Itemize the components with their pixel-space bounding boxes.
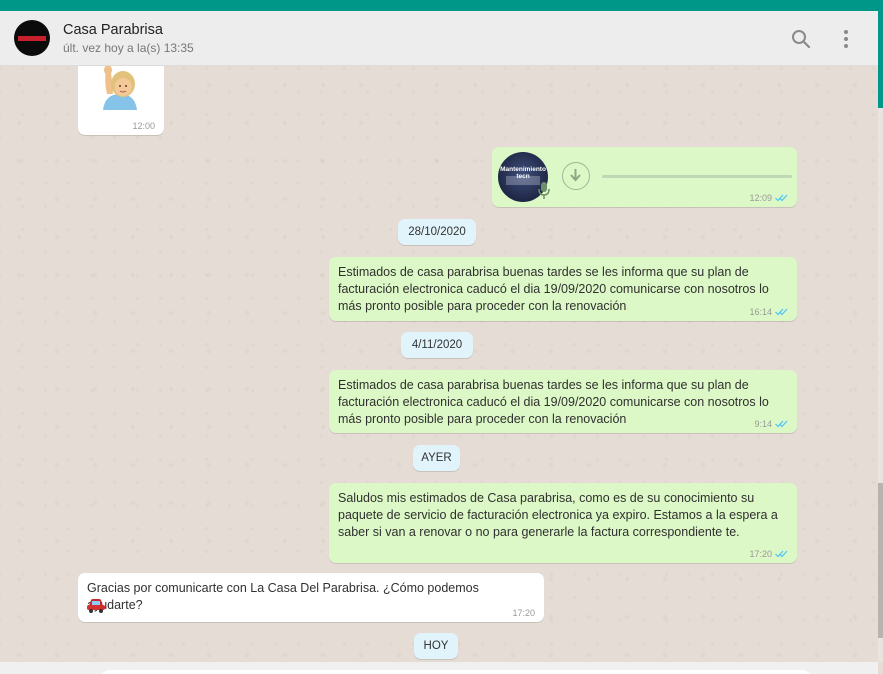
message-text: Estimados de casa parabrisa buenas tarde… xyxy=(338,265,769,313)
mic-icon xyxy=(538,182,550,199)
date-separator: 28/10/2020 xyxy=(398,219,476,245)
message-meta: 17:20 xyxy=(512,608,535,618)
download-audio-button[interactable] xyxy=(562,162,590,190)
raising-hand-woman-emoji xyxy=(103,66,137,110)
search-icon xyxy=(792,30,811,49)
message-time: 17:20 xyxy=(512,608,535,618)
message-time: 12:00 xyxy=(132,121,155,131)
message-time: 16:14 xyxy=(749,307,772,317)
message-time: 12:09 xyxy=(749,193,772,203)
double-check-icon xyxy=(775,194,788,202)
window-accent-edge xyxy=(878,11,883,108)
menu-icon xyxy=(844,30,848,48)
download-icon xyxy=(570,169,581,182)
message-bubble-in[interactable]: Gracias por comunicarte con La Casa Del … xyxy=(78,573,544,622)
message-bubble-out[interactable]: Saludos mis estimados de Casa parabrisa,… xyxy=(329,483,797,563)
chat-header: Casa Parabrisa últ. vez hoy a la(s) 13:3… xyxy=(0,11,878,66)
double-check-icon xyxy=(775,550,788,558)
double-check-icon xyxy=(775,308,788,316)
last-seen-status: últ. vez hoy a la(s) 13:35 xyxy=(63,41,194,55)
date-separator: AYER xyxy=(413,445,460,471)
message-meta: 16:14 xyxy=(749,307,788,317)
search-button[interactable] xyxy=(789,27,813,51)
message-meta: 12:09 xyxy=(749,193,788,203)
avatar-logo xyxy=(18,36,46,41)
date-separator: 4/11/2020 xyxy=(401,332,473,358)
message-bubble-out[interactable]: Estimados de casa parabrisa buenas tarde… xyxy=(329,257,797,321)
message-time: 17:20 xyxy=(749,549,772,559)
car-emoji xyxy=(87,599,105,613)
conversation-panel[interactable]: 12:00 Mantenimiento tecn 12:09 28/10/202… xyxy=(0,66,878,662)
message-input[interactable] xyxy=(100,670,812,674)
chat-scrollbar-thumb[interactable] xyxy=(878,483,883,638)
message-meta: 17:20 xyxy=(749,549,788,559)
app-top-strip xyxy=(0,0,883,11)
audio-thumb-graphic xyxy=(506,176,540,185)
menu-button[interactable] xyxy=(834,27,858,51)
message-time: 9:14 xyxy=(754,419,772,429)
message-bubble-out[interactable]: Estimados de casa parabrisa buenas tarde… xyxy=(329,370,797,433)
audio-progress-track[interactable] xyxy=(602,175,792,178)
message-meta: 9:14 xyxy=(754,419,788,429)
message-text: Gracias por comunicarte con La Casa Del … xyxy=(87,581,479,612)
date-separator: HOY xyxy=(414,633,458,659)
composer-bar xyxy=(0,662,878,674)
avatar[interactable] xyxy=(14,20,50,56)
message-text: Saludos mis estimados de Casa parabrisa,… xyxy=(338,491,778,539)
message-meta: 12:00 xyxy=(132,121,155,131)
message-bubble-in[interactable]: 12:00 xyxy=(78,66,164,135)
message-text: Estimados de casa parabrisa buenas tarde… xyxy=(338,378,769,426)
double-check-icon xyxy=(775,420,788,428)
contact-name[interactable]: Casa Parabrisa xyxy=(63,22,163,38)
message-bubble-out-audio[interactable]: Mantenimiento tecn 12:09 xyxy=(492,147,797,207)
